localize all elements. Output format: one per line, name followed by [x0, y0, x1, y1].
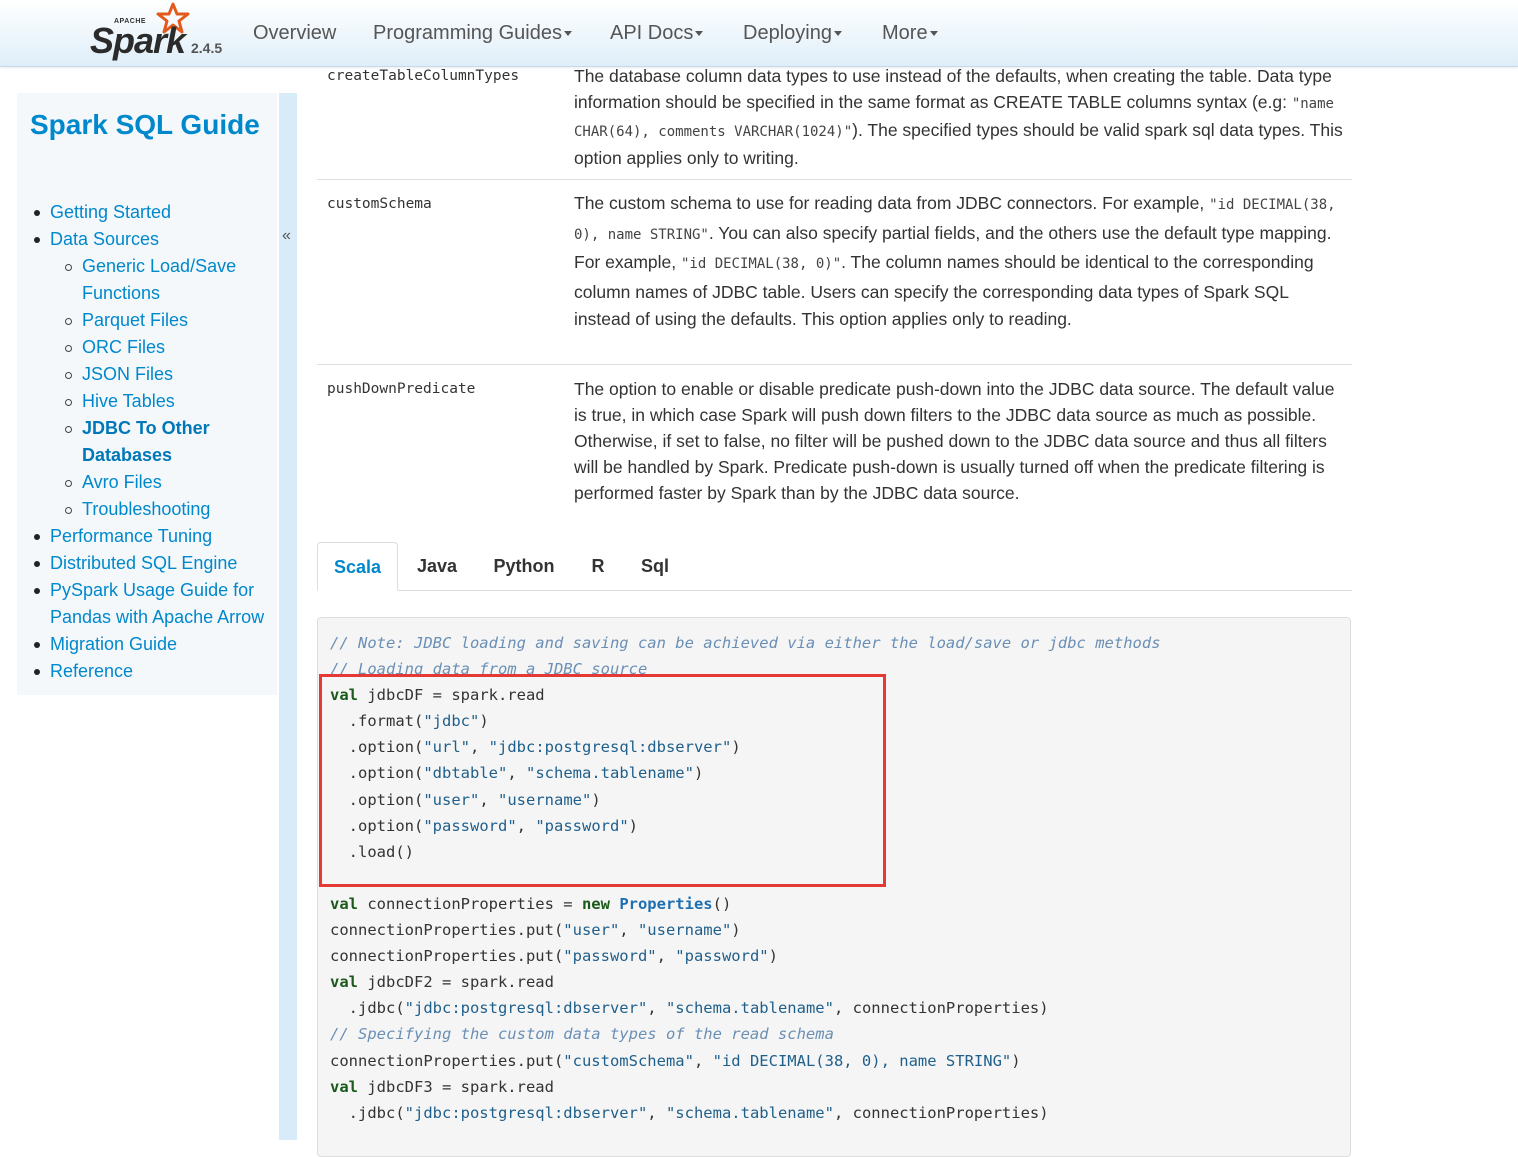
- code-line: .jdbc("jdbc:postgresql:dbserver", "schem…: [330, 999, 1049, 1018]
- option-name: createTableColumnTypes: [327, 68, 520, 84]
- sidebar-collapse-bar[interactable]: «: [279, 93, 297, 1140]
- tab-python[interactable]: Python: [481, 542, 567, 590]
- tab-r[interactable]: R: [585, 542, 611, 590]
- sidebar-item-data-sources[interactable]: Data Sources: [17, 226, 277, 253]
- tab-sql[interactable]: Sql: [633, 542, 677, 590]
- sidebar-item-generic-load-save-functions[interactable]: Generic Load/Save Functions: [17, 253, 277, 307]
- sidebar-item-json-files[interactable]: JSON Files: [17, 361, 277, 388]
- sidebar-item-hive-tables[interactable]: Hive Tables: [17, 388, 277, 415]
- nav-overview[interactable]: Overview: [253, 22, 336, 45]
- sidebar-item-orc-files[interactable]: ORC Files: [17, 334, 277, 361]
- spark-logo[interactable]: APACHE Spark 2.4.5: [88, 2, 238, 62]
- code-line: .jdbc("jdbc:postgresql:dbserver", "schem…: [330, 1103, 1049, 1122]
- code-line: connectionProperties.put("customSchema",…: [330, 1051, 1021, 1070]
- sidebar: Spark SQL Guide Getting Started Data Sour…: [17, 93, 277, 695]
- option-description: The database column data types to use in…: [574, 66, 1343, 168]
- sidebar-toc: Getting Started Data Sources Generic Load/…: [17, 199, 277, 685]
- nav-deploying[interactable]: Deploying: [743, 22, 842, 45]
- collapse-sidebar-icon[interactable]: «: [282, 227, 291, 245]
- logo-spark-text: Spark: [90, 20, 186, 61]
- code-line: val jdbcDF2 = spark.read: [330, 973, 554, 992]
- code-line: // Specifying the custom data types of t…: [330, 1025, 834, 1044]
- version-label: 2.4.5: [191, 40, 223, 56]
- nav-more[interactable]: More: [882, 22, 938, 45]
- sidebar-item-reference[interactable]: Reference: [17, 658, 277, 685]
- tab-scala[interactable]: Scala: [317, 542, 398, 591]
- option-name: customSchema: [327, 196, 432, 212]
- sidebar-item-getting-started[interactable]: Getting Started: [17, 199, 277, 226]
- chevron-down-icon: [833, 31, 842, 37]
- tab-java[interactable]: Java: [405, 542, 469, 590]
- nav-programming-guides[interactable]: Programming Guides: [373, 22, 572, 45]
- table-row: pushDownPredicate The option to enable o…: [317, 365, 1352, 515]
- table-row: customSchema The custom schema to use fo…: [317, 180, 1352, 365]
- sidebar-title[interactable]: Spark SQL Guide: [30, 105, 260, 145]
- chevron-down-icon: [929, 31, 938, 37]
- top-navbar: APACHE Spark 2.4.5 Overview Programming …: [0, 0, 1518, 67]
- option-description: The option to enable or disable predicat…: [574, 379, 1335, 503]
- code-line: val connectionProperties = new Propertie…: [330, 894, 732, 913]
- highlight-annotation-box: [319, 674, 886, 887]
- code-line: // Note: JDBC loading and saving can be …: [330, 634, 1161, 652]
- code-line: val jdbcDF3 = spark.read: [330, 1077, 554, 1096]
- code-line: connectionProperties.put("user", "userna…: [330, 921, 741, 940]
- table-row: createTableColumnTypes The database colu…: [317, 62, 1352, 180]
- option-description: The custom schema to use for reading dat…: [574, 193, 1336, 329]
- sidebar-item-troubleshooting[interactable]: Troubleshooting: [17, 496, 277, 523]
- chevron-down-icon: [695, 31, 704, 37]
- sidebar-item-jdbc-to-other-databases[interactable]: JDBC To Other Databases: [17, 415, 277, 469]
- chevron-down-icon: [563, 31, 572, 37]
- sidebar-item-pyspark-usage-guide-for-pandas-with-apache-arrow[interactable]: PySpark Usage Guide for Pandas with Apac…: [17, 577, 277, 631]
- sidebar-item-performance-tuning[interactable]: Performance Tuning: [17, 523, 277, 550]
- sidebar-item-migration-guide[interactable]: Migration Guide: [17, 631, 277, 658]
- sidebar-item-distributed-sql-engine[interactable]: Distributed SQL Engine: [17, 550, 277, 577]
- option-name: pushDownPredicate: [327, 381, 476, 397]
- sidebar-item-avro-files[interactable]: Avro Files: [17, 469, 277, 496]
- sidebar-item-parquet-files[interactable]: Parquet Files: [17, 307, 277, 334]
- language-tabs: Scala Java Python R Sql: [317, 542, 1352, 591]
- code-line: connectionProperties.put("password", "pa…: [330, 947, 778, 966]
- nav-api-docs[interactable]: API Docs: [610, 22, 704, 45]
